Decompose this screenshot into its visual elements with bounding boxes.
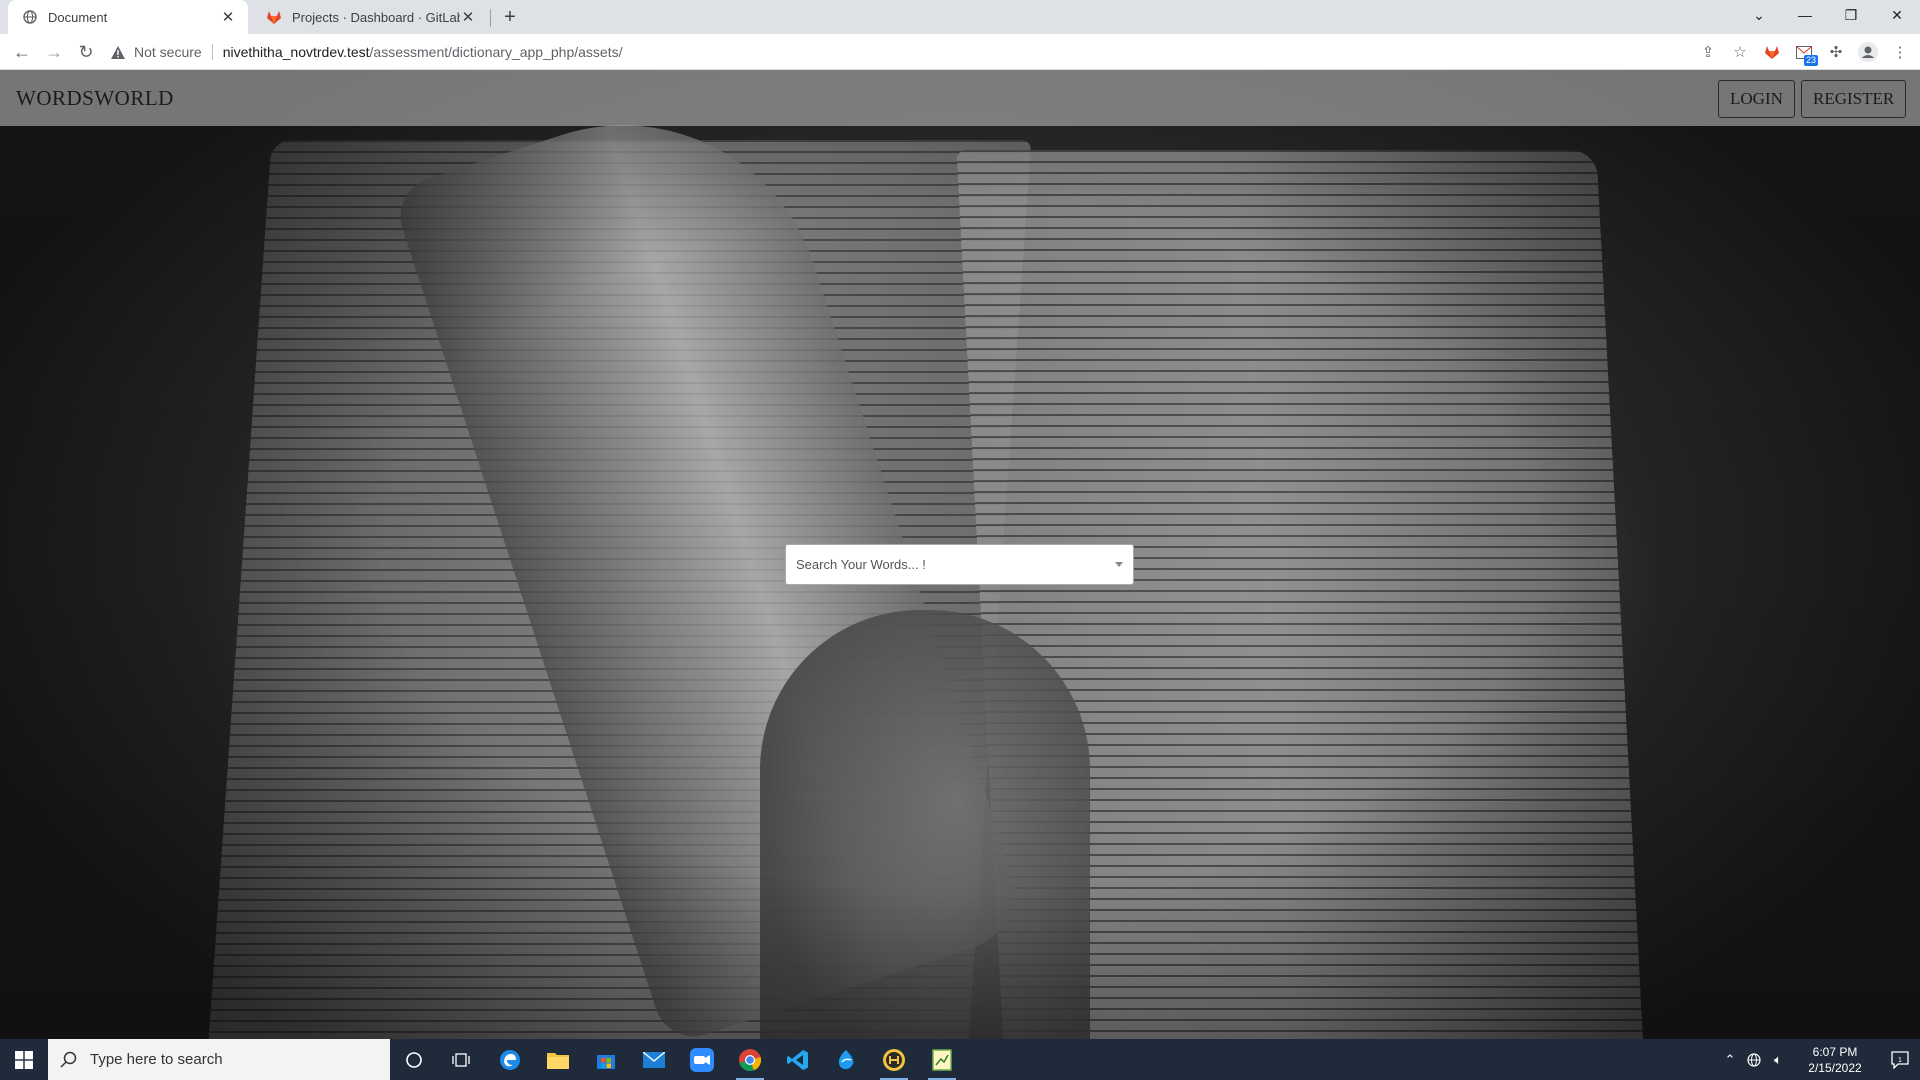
site-header: WORDSWORLD LOGIN REGISTER <box>0 70 1920 126</box>
tray-chevron-up-icon[interactable]: ⌃ <box>1718 1039 1742 1080</box>
clock-time: 6:07 PM <box>1812 1044 1858 1059</box>
hubstaff-icon[interactable] <box>870 1039 918 1080</box>
notification-center-icon[interactable]: 1 <box>1880 1039 1920 1080</box>
url-path: /assessment/dictionary_app_php/assets/ <box>369 44 623 60</box>
register-button[interactable]: REGISTER <box>1801 80 1907 118</box>
address-bar[interactable]: Not secure nivethitha_novtrdev.test/asse… <box>110 38 1790 66</box>
windows-taskbar: Type here to search ⌃ 🔈︎ 6:07 PM 2/15/20… <box>0 1039 1920 1080</box>
restore-icon[interactable]: ❐ <box>1828 0 1874 30</box>
chrome-icon[interactable] <box>726 1039 774 1080</box>
globe-icon <box>22 9 38 25</box>
bookmark-star-icon[interactable]: ☆ <box>1728 40 1752 64</box>
brand-logo[interactable]: WORDSWORLD <box>16 86 174 111</box>
kebab-menu-icon[interactable]: ⋮ <box>1888 40 1912 64</box>
tab-document[interactable]: Document ✕ <box>8 0 248 34</box>
notification-count: 1 <box>1898 1057 1902 1064</box>
vscode-icon[interactable] <box>774 1039 822 1080</box>
close-icon[interactable]: ✕ <box>460 9 476 26</box>
reload-icon[interactable]: ↻ <box>74 40 98 64</box>
browser-tab-strip: Document ✕ Projects · Dashboard · GitLab… <box>0 0 1920 34</box>
file-explorer-icon[interactable] <box>534 1039 582 1080</box>
minimize-icon[interactable]: — <box>1782 0 1828 30</box>
dropdown-arrow-icon[interactable] <box>1115 562 1123 567</box>
taskbar-clock[interactable]: 6:07 PM 2/15/2022 <box>1796 1044 1874 1076</box>
cortana-icon[interactable] <box>390 1039 438 1080</box>
browser-toolbar: ← → ↻ Not secure nivethitha_novtrdev.tes… <box>0 34 1920 70</box>
volume-icon[interactable]: 🔈︎ <box>1766 1039 1790 1080</box>
tab-search-chevron-icon[interactable]: ⌄ <box>1736 0 1782 30</box>
window-close-icon[interactable]: ✕ <box>1874 0 1920 30</box>
windows-start-icon[interactable] <box>0 1039 48 1080</box>
tab-title: Document <box>48 9 108 25</box>
back-arrow-icon[interactable]: ← <box>10 40 34 64</box>
app-drop-icon[interactable] <box>822 1039 870 1080</box>
mail-icon[interactable] <box>630 1039 678 1080</box>
new-tab-plus-icon[interactable]: + <box>498 5 522 29</box>
close-icon[interactable]: ✕ <box>220 9 236 26</box>
taskbar-search-placeholder: Type here to search <box>90 1051 223 1068</box>
profile-avatar-icon[interactable] <box>1856 40 1880 64</box>
notes-app-icon[interactable] <box>918 1039 966 1080</box>
edge-browser-icon[interactable] <box>486 1039 534 1080</box>
security-label[interactable]: Not secure <box>134 44 202 60</box>
task-view-icon[interactable] <box>438 1039 486 1080</box>
search-placeholder: Search Your Words... ! <box>796 557 926 572</box>
zoom-icon[interactable] <box>678 1039 726 1080</box>
window-controls: ⌄ — ❐ ✕ <box>1736 0 1920 30</box>
search-icon <box>60 1051 77 1068</box>
word-search-select[interactable]: Search Your Words... ! <box>785 544 1134 585</box>
gitlab-extension-icon[interactable] <box>1760 40 1784 64</box>
extensions-puzzle-icon[interactable]: ✣ <box>1824 40 1848 64</box>
forward-arrow-icon[interactable]: → <box>42 40 66 64</box>
gitlab-icon <box>266 9 282 25</box>
system-tray: ⌃ 🔈︎ 6:07 PM 2/15/2022 1 <box>1718 1039 1920 1080</box>
extension-badge: 23 <box>1803 55 1818 66</box>
tab-separator <box>490 9 491 27</box>
clock-date: 2/15/2022 <box>1808 1060 1862 1075</box>
tab-gitlab[interactable]: Projects · Dashboard · GitLab ✕ <box>252 0 488 34</box>
tab-title: Projects · Dashboard · GitLab <box>292 9 460 25</box>
microsoft-store-icon[interactable] <box>582 1039 630 1080</box>
warning-icon[interactable] <box>110 44 126 60</box>
mail-extension-icon[interactable]: 23 <box>1792 40 1818 66</box>
share-icon[interactable]: ⇪ <box>1696 40 1720 64</box>
taskbar-search-box[interactable]: Type here to search <box>48 1039 390 1080</box>
address-divider <box>211 44 213 60</box>
url-host: nivethitha_novtrdev.test <box>222 44 370 60</box>
login-button[interactable]: LOGIN <box>1718 80 1795 118</box>
page-viewport: WORDSWORLD LOGIN REGISTER Search Your Wo… <box>0 70 1920 1039</box>
toolbar-icons: ⇪ ☆ 23 ✣ ⋮ <box>1696 40 1912 66</box>
network-globe-icon[interactable] <box>1742 1039 1766 1080</box>
